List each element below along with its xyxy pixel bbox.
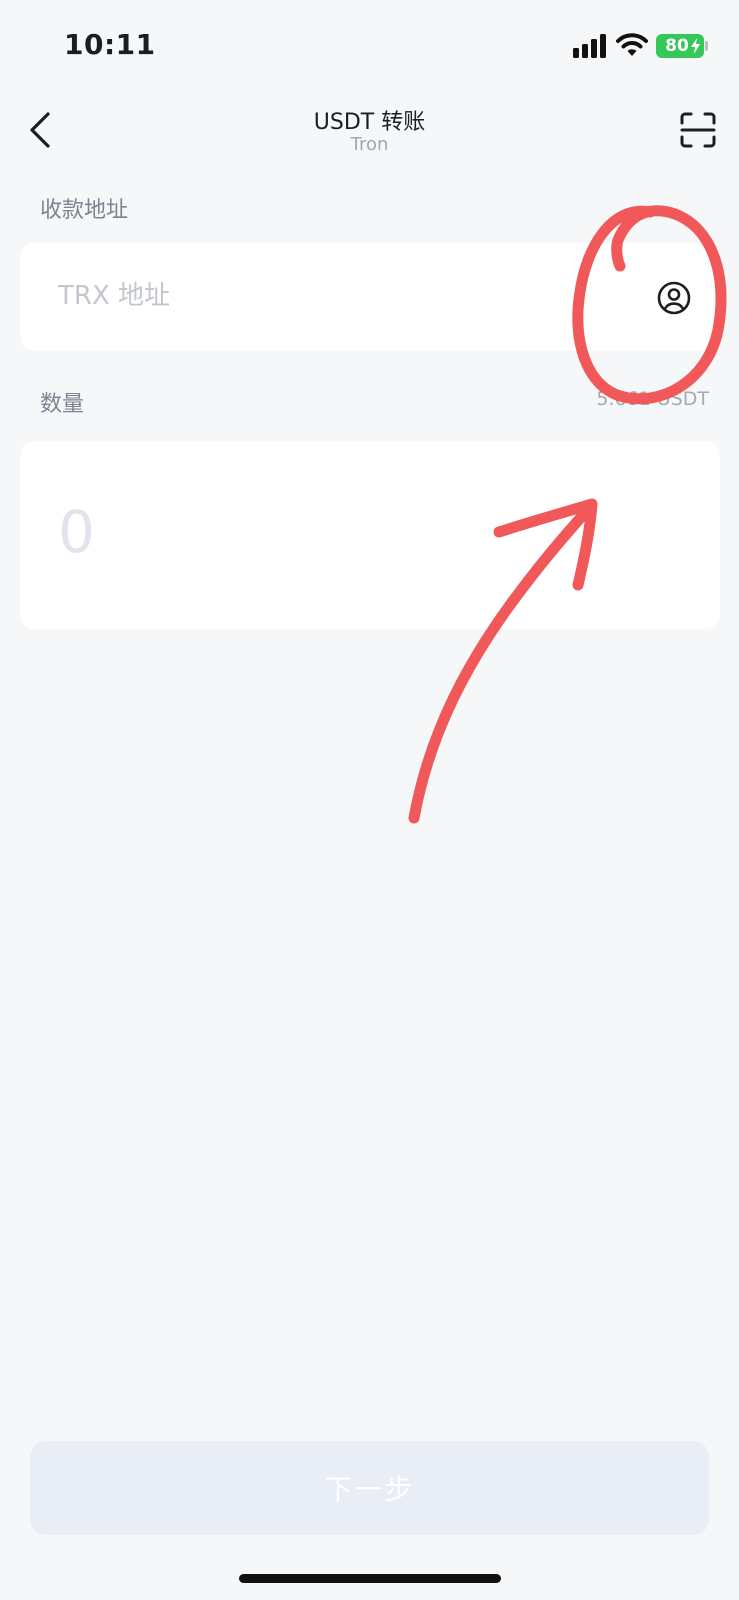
annotation-overlay	[408, 205, 727, 824]
wifi-icon	[616, 33, 648, 56]
scan-icon[interactable]	[680, 112, 716, 148]
address-input[interactable]	[58, 268, 618, 324]
amount-label: 数量	[40, 392, 85, 417]
charging-bolt-icon	[691, 38, 700, 54]
status-time: 10:11	[64, 28, 156, 61]
page-title: USDT 转账	[313, 110, 426, 135]
amount-input[interactable]	[58, 492, 658, 572]
address-label: 收款地址	[40, 198, 129, 223]
user-circle-icon[interactable]	[656, 280, 692, 316]
cellular-signal-icon	[573, 34, 606, 58]
network-subtitle: Tron	[350, 134, 389, 155]
battery-cap	[705, 41, 708, 51]
next-button[interactable]: 下一步	[30, 1441, 709, 1535]
battery-charging-icon: 80	[656, 34, 704, 58]
battery-percentage: 80	[665, 36, 689, 56]
home-indicator	[239, 1574, 501, 1583]
balance-text: 5.661 USDT	[596, 388, 709, 410]
